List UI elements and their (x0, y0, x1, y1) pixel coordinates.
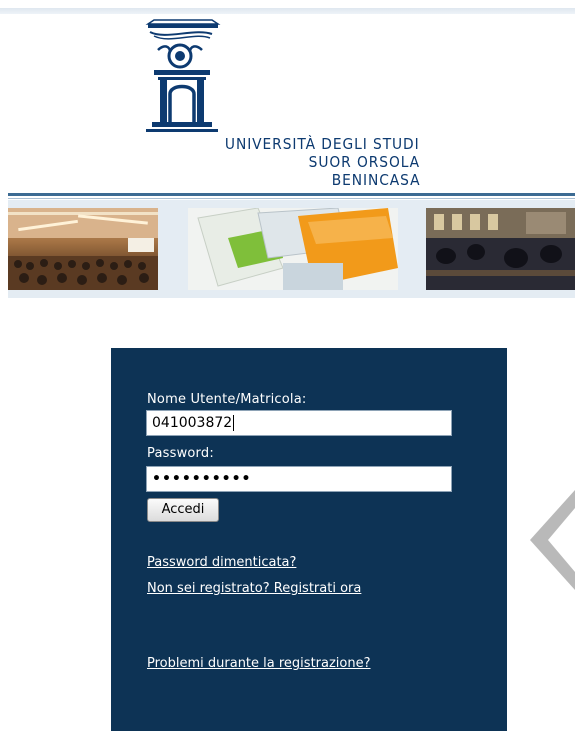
password-label: Password: (147, 446, 214, 461)
auditorium-photo (8, 208, 158, 290)
banner-divider-thin (8, 198, 575, 199)
library-photo (426, 208, 575, 290)
password-input[interactable]: •••••••••• (146, 466, 452, 492)
username-value: 041003872 (152, 415, 233, 431)
login-button[interactable]: Accedi (147, 498, 219, 522)
password-value: •••••••••• (152, 471, 252, 487)
university-name-line1: UNIVERSITÀ DEGLI STUDI (225, 135, 420, 153)
username-input[interactable]: 041003872 (146, 410, 452, 436)
registration-problems-link[interactable]: Problemi durante la registrazione? (147, 656, 371, 671)
login-page: UNIVERSITÀ DEGLI STUDI SUOR ORSOLA BENIN… (0, 0, 575, 731)
username-label: Nome Utente/Matricola: (147, 392, 307, 407)
banner-divider (8, 193, 575, 196)
university-name-line2: SUOR ORSOLA (308, 153, 420, 171)
brochures-photo (188, 208, 398, 290)
register-link[interactable]: Non sei registrato? Registrati ora (147, 581, 361, 596)
university-name-line3: BENINCASA (331, 171, 420, 189)
top-strip (0, 8, 575, 14)
forgot-password-link[interactable]: Password dimenticata? (147, 555, 296, 570)
photo-banner (8, 200, 575, 298)
login-panel: Nome Utente/Matricola: 041003872 Passwor… (111, 348, 507, 731)
text-caret (233, 415, 235, 431)
university-logo: UNIVERSITÀ DEGLI STUDI SUOR ORSOLA BENIN… (140, 18, 430, 193)
cloister-emblem-icon (145, 19, 221, 132)
chevron-left-icon (530, 490, 575, 590)
